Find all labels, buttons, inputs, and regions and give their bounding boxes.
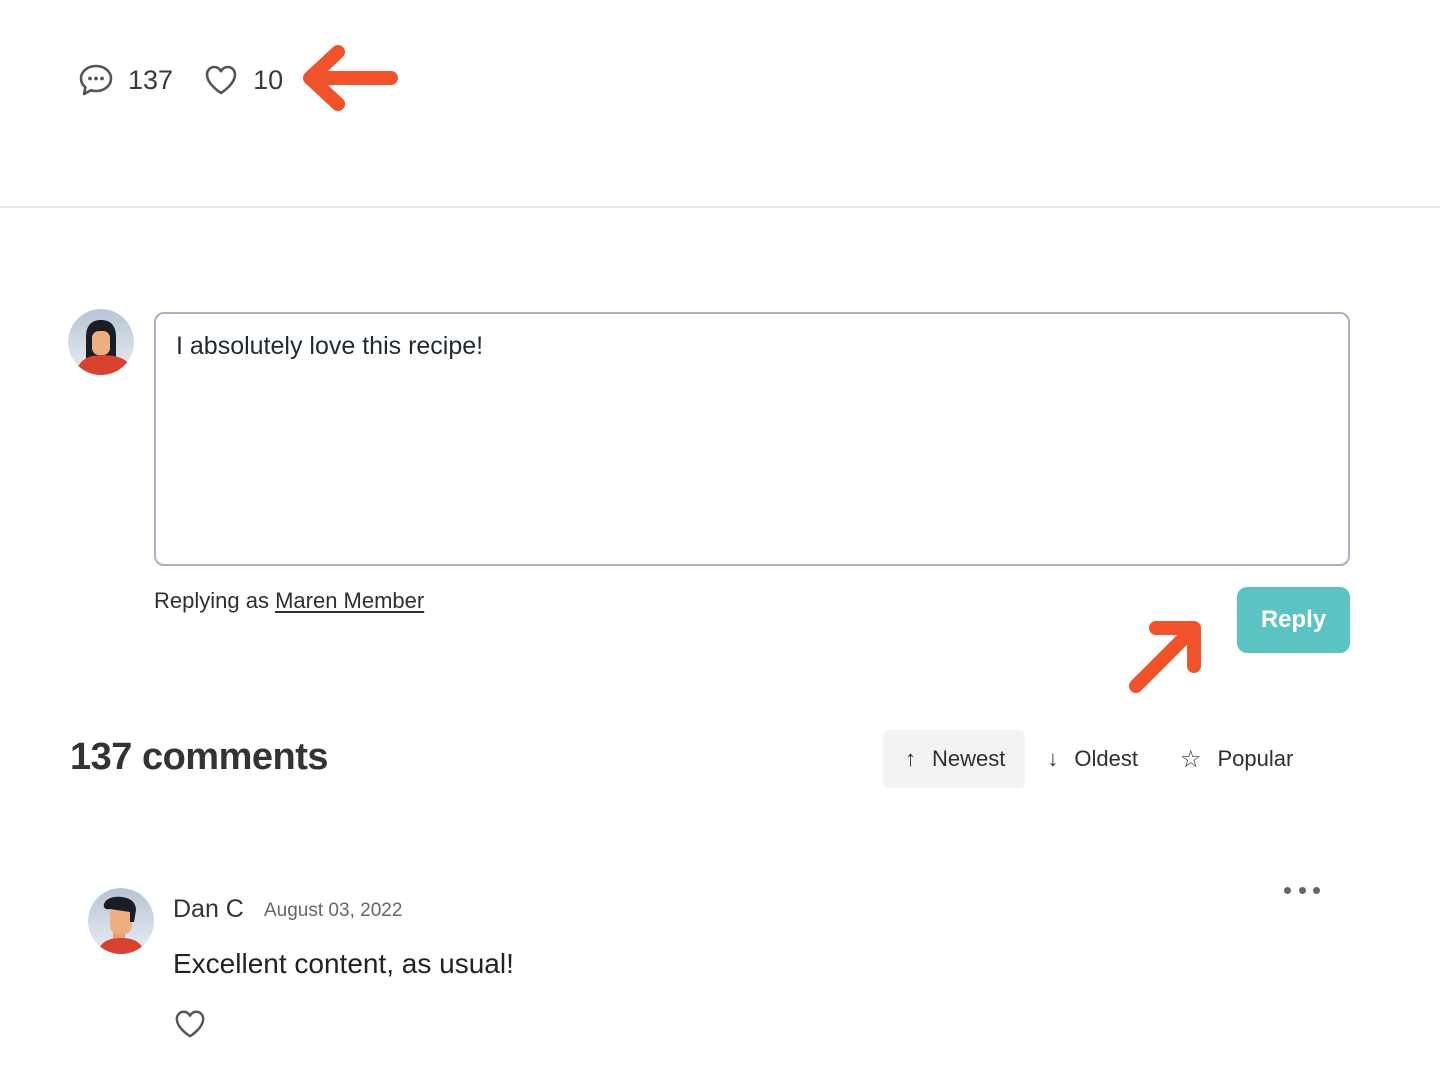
sort-oldest-tab[interactable]: ↓ Oldest: [1025, 730, 1158, 788]
sort-oldest-label: Oldest: [1074, 746, 1138, 771]
post-stats: 137 10: [78, 58, 283, 102]
arrow-down-icon: ↓: [1047, 746, 1059, 771]
replying-prefix: Replying as: [154, 588, 269, 613]
comment-input[interactable]: [154, 312, 1350, 566]
annotation-arrow-left: [303, 45, 398, 111]
comments-count-heading: 137 comments: [70, 736, 329, 778]
chat-bubble-icon: [79, 64, 113, 96]
comment-like-button[interactable]: [173, 1008, 207, 1045]
replying-as: Replying as Maren Member: [154, 588, 424, 614]
dot: [1284, 886, 1291, 894]
dot: [1313, 886, 1320, 894]
replying-user-link[interactable]: Maren Member: [275, 588, 424, 613]
sort-tabs: ↑ Newest ↓ Oldest ☆ Popular: [883, 730, 1313, 788]
sort-popular-label: Popular: [1217, 746, 1294, 771]
annotation-arrow-up-right: [1129, 621, 1201, 693]
comment-author-avatar[interactable]: [88, 888, 154, 954]
comment-date: August 03, 2022: [264, 900, 403, 921]
likes-count: 10: [253, 64, 284, 95]
current-user-avatar: [68, 309, 134, 375]
comment-author-name[interactable]: Dan C: [173, 895, 244, 924]
section-divider: [0, 206, 1440, 208]
more-options-icon[interactable]: [1284, 880, 1320, 900]
heart-outline-icon: [205, 65, 237, 95]
heart-outline-icon: [175, 1010, 205, 1038]
likes-stat[interactable]: 10: [203, 63, 283, 97]
sort-newest-tab[interactable]: ↑ Newest: [883, 730, 1026, 788]
sort-popular-tab[interactable]: ☆ Popular: [1158, 730, 1313, 788]
star-icon: ☆: [1179, 745, 1202, 773]
reply-button[interactable]: Reply: [1237, 587, 1350, 653]
comment-text: Excellent content, as usual!: [173, 948, 514, 979]
comments-stat[interactable]: 137: [78, 63, 173, 97]
arrow-up-icon: ↑: [905, 746, 916, 771]
comments-count: 137: [128, 64, 174, 95]
sort-newest-label: Newest: [932, 746, 1006, 771]
dot: [1298, 886, 1306, 894]
